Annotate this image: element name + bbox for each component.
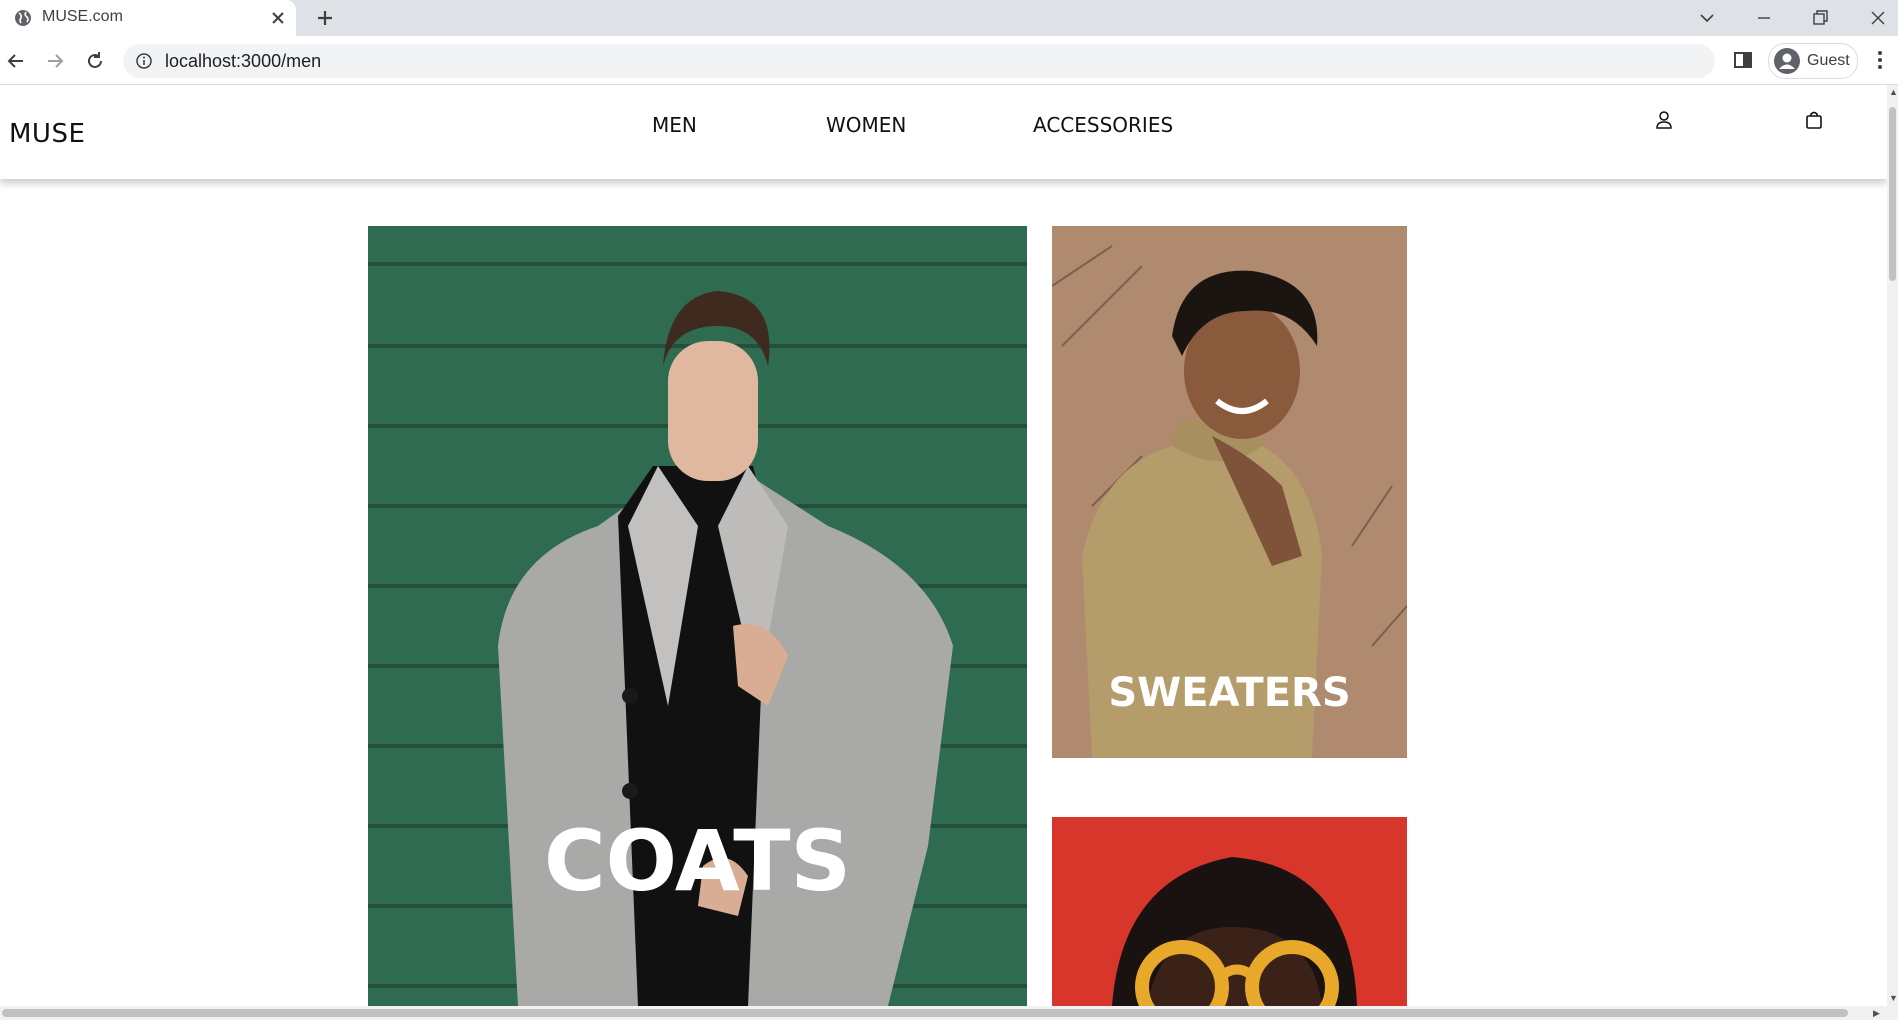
close-icon[interactable] — [268, 8, 288, 28]
site-logo[interactable]: MUSE — [9, 119, 85, 149]
restore-icon[interactable] — [1806, 4, 1834, 32]
nav-link-women[interactable]: WOMEN — [826, 113, 906, 137]
chevron-down-icon[interactable] — [1693, 4, 1721, 32]
vertical-scrollbar[interactable]: ▲ ▼ — [1887, 85, 1898, 1006]
plus-icon[interactable] — [313, 6, 337, 30]
nav-link-men[interactable]: MEN — [652, 113, 697, 137]
close-icon[interactable] — [1864, 4, 1892, 32]
vertical-scroll-thumb[interactable] — [1889, 107, 1896, 281]
accessories-photo — [1052, 817, 1407, 1006]
kebab-menu-icon[interactable] — [1868, 48, 1892, 72]
tab-strip: MUSE.com — [0, 0, 1898, 36]
shopping-bag-icon[interactable] — [1803, 109, 1825, 131]
reload-icon[interactable] — [82, 48, 108, 74]
page-viewport: MUSE MEN WOMEN ACCESSORIES COATS SWEATER… — [0, 85, 1887, 1006]
scroll-down-icon[interactable]: ▼ — [1889, 993, 1898, 1003]
forward-arrow-icon[interactable] — [42, 48, 68, 74]
info-icon[interactable] — [135, 52, 153, 70]
globe-icon — [15, 10, 31, 26]
side-panel-icon[interactable] — [1731, 48, 1755, 72]
category-label-coats: COATS — [543, 812, 852, 910]
tab-title: MUSE.com — [42, 8, 123, 25]
site-header: MUSE MEN WOMEN ACCESSORIES — [0, 85, 1887, 179]
back-arrow-icon[interactable] — [3, 48, 29, 74]
nav-link-accessories[interactable]: ACCESSORIES — [1033, 113, 1173, 137]
scroll-right-icon[interactable]: ▶ — [1873, 1008, 1880, 1019]
user-icon[interactable] — [1653, 109, 1675, 131]
minimize-icon[interactable] — [1750, 4, 1778, 32]
category-tile-sweaters[interactable]: SWEATERS — [1052, 226, 1407, 758]
horizontal-scroll-thumb[interactable] — [2, 1009, 1848, 1017]
profile-label: Guest — [1807, 52, 1850, 69]
category-tile-accessories[interactable] — [1052, 817, 1407, 1006]
profile-avatar-icon — [1774, 48, 1800, 74]
address-bar[interactable]: localhost:3000/men — [123, 44, 1715, 78]
scroll-up-icon[interactable]: ▲ — [1889, 87, 1898, 97]
url-text[interactable]: localhost:3000/men — [165, 51, 321, 72]
profile-button[interactable]: Guest — [1768, 43, 1858, 79]
browser-toolbar: localhost:3000/men Guest — [0, 36, 1898, 85]
category-label-sweaters: SWEATERS — [1108, 670, 1351, 716]
horizontal-scrollbar[interactable]: ▶ — [0, 1006, 1898, 1020]
browser-tab[interactable]: MUSE.com — [0, 0, 296, 36]
category-tile-coats[interactable]: COATS — [368, 226, 1027, 1006]
